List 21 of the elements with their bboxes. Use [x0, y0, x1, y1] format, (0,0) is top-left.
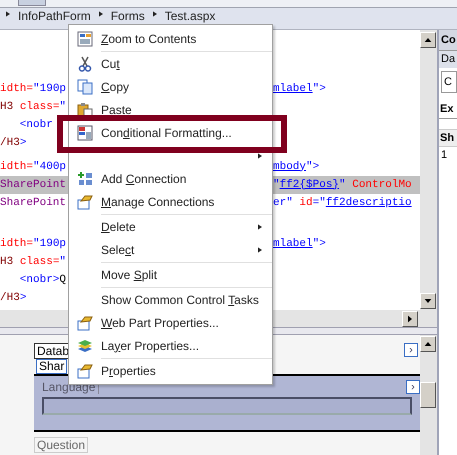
code-text: SharePoint	[0, 196, 68, 211]
code-text: idth="400p	[0, 160, 68, 175]
code-text: "ff2{$Pos}" ControlMo	[273, 176, 420, 194]
code-text: <nobr	[18, 118, 54, 133]
code-text: <nobr>Q	[18, 272, 68, 288]
column-header: Sh	[439, 128, 457, 147]
panel-title: Co	[439, 30, 457, 50]
code-text: /H3>	[0, 290, 28, 306]
code-text: idth="190p	[0, 236, 68, 252]
code-text: SharePoint	[0, 176, 68, 194]
code-text: H3 class="	[0, 254, 68, 270]
code-text: mbody">	[273, 160, 320, 175]
code-text: idth="190p	[0, 82, 68, 97]
field-label: Question	[34, 437, 88, 453]
table-cell-text: 1	[440, 148, 448, 163]
code-text: mlabel">	[273, 82, 327, 97]
panel-heading: Ex	[439, 101, 457, 118]
code-text: /H3>	[0, 136, 28, 151]
code-text: mlabel">	[273, 236, 327, 252]
code-text: er" id="ff2descriptio	[273, 196, 413, 211]
code-text: H3 class="	[0, 100, 68, 115]
